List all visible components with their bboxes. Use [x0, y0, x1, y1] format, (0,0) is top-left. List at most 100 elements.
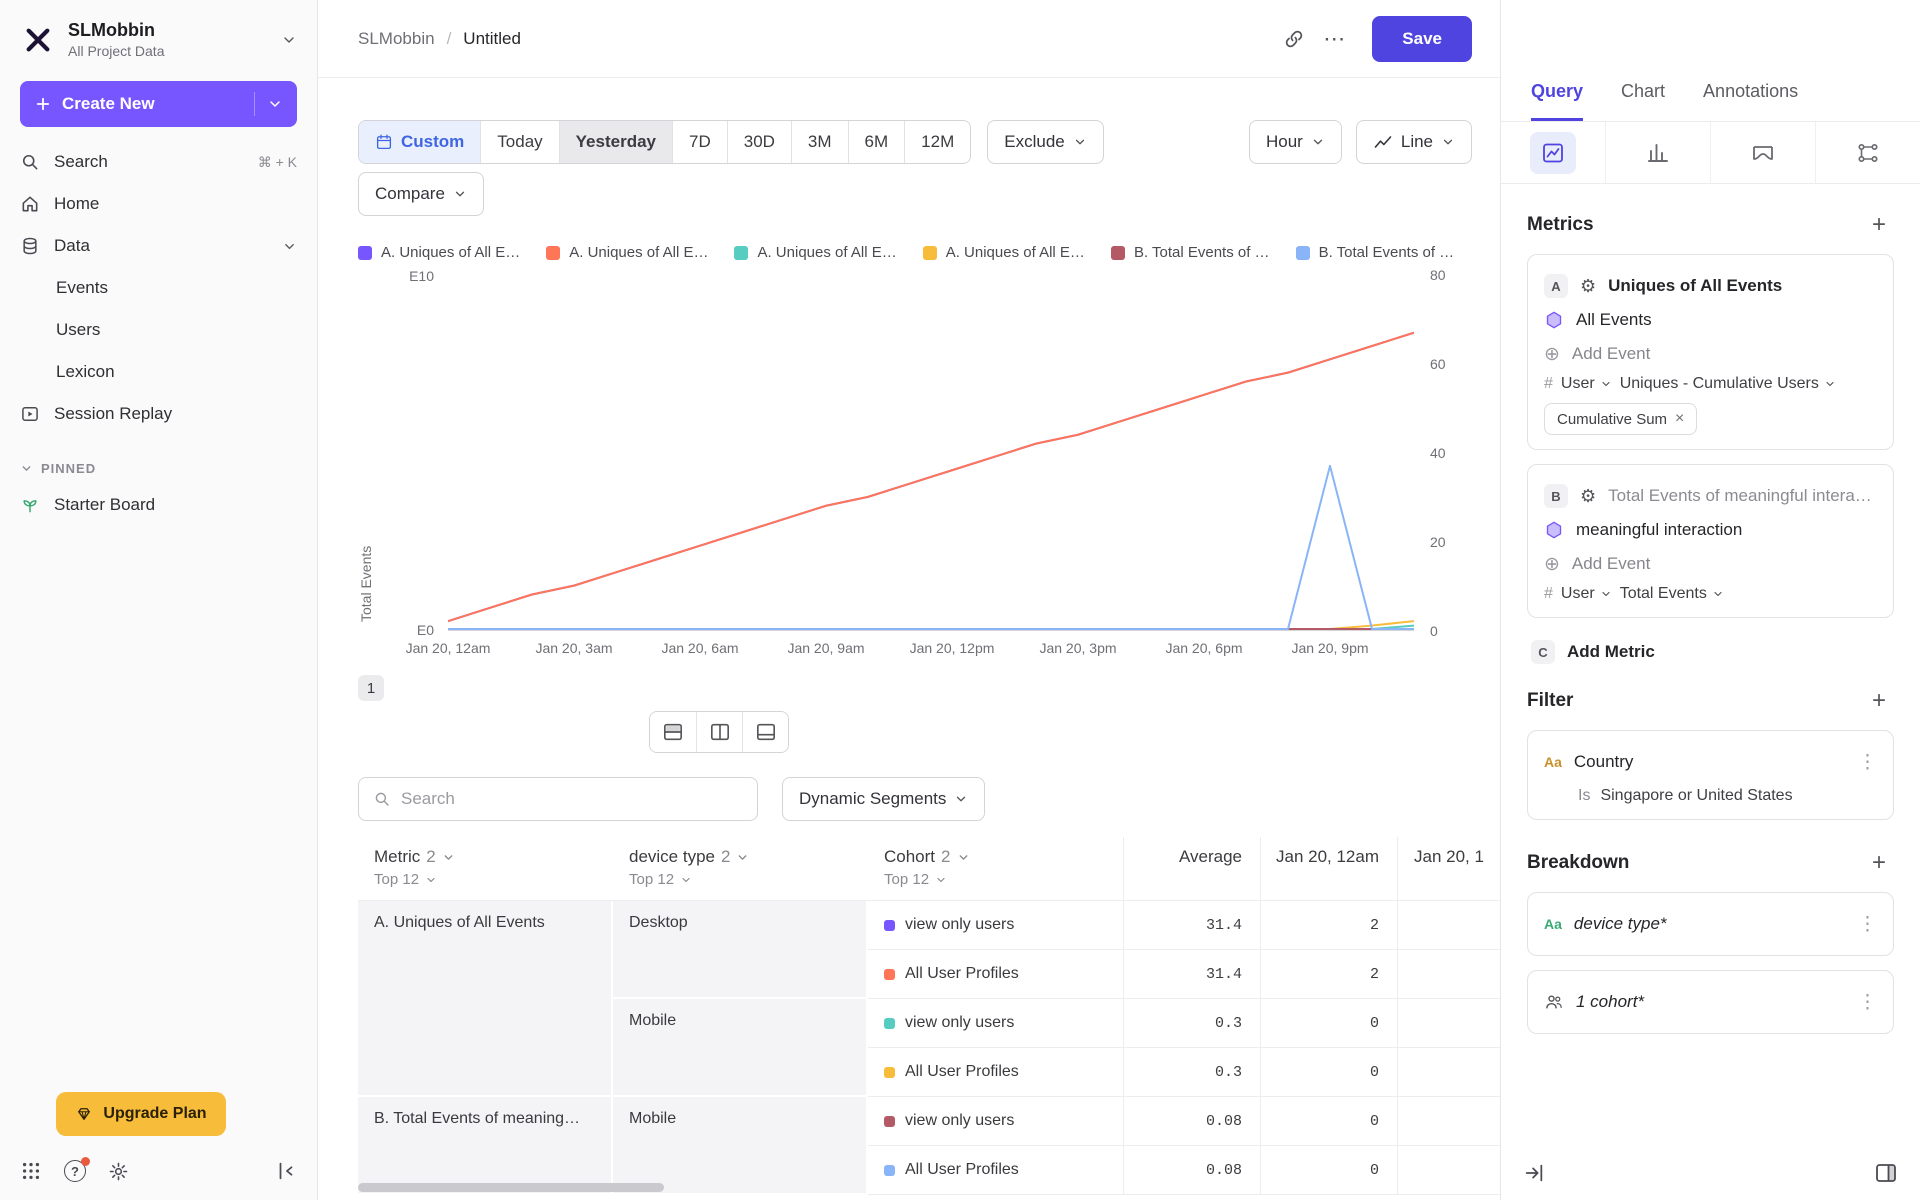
- exclude-dropdown[interactable]: Exclude: [987, 120, 1104, 164]
- column-header-jan20-12am[interactable]: Jan 20, 12am: [1260, 837, 1397, 871]
- event-name[interactable]: All Events: [1576, 310, 1652, 330]
- add-filter-plus-button[interactable]: +: [1864, 686, 1894, 716]
- horizontal-scrollbar[interactable]: [358, 1183, 664, 1192]
- legend-item[interactable]: B. Total Events of …: [1110, 244, 1270, 261]
- add-event-button[interactable]: Add Event: [1572, 554, 1650, 574]
- apps-grid-icon[interactable]: [20, 1160, 42, 1182]
- table-row-cohort[interactable]: view only users: [868, 1097, 1123, 1146]
- sidebar-item-home[interactable]: Home: [0, 183, 317, 225]
- collapse-sidebar-icon[interactable]: [275, 1160, 297, 1182]
- layout-split-vertical-button[interactable]: [696, 712, 742, 752]
- breakdown-property-name[interactable]: 1 cohort*: [1576, 992, 1644, 1012]
- collapse-panel-icon[interactable]: [1523, 1162, 1545, 1184]
- table-row-cohort[interactable]: All User Profiles: [868, 950, 1123, 999]
- column-header-cohort[interactable]: Cohort 2: [868, 837, 1123, 871]
- device-group-cell[interactable]: Mobile: [613, 1097, 868, 1195]
- breadcrumb-project[interactable]: SLMobbin: [358, 29, 435, 49]
- filter-card-country[interactable]: Aa Country ⋮ Is Singapore or United Stat…: [1527, 730, 1894, 820]
- retention-chart-type-button[interactable]: [1710, 122, 1815, 183]
- range-12m[interactable]: 12M: [904, 121, 971, 163]
- layout-bottom-panel-button[interactable]: [742, 712, 788, 752]
- sidebar-item-data[interactable]: Data: [0, 225, 317, 267]
- tab-query[interactable]: Query: [1531, 81, 1584, 121]
- top-filter-cohort[interactable]: Top 12: [868, 871, 1123, 900]
- layout-split-horizontal-button[interactable]: [650, 712, 696, 752]
- metric-settings-gear-icon[interactable]: ⚙: [1580, 486, 1596, 507]
- workspace-switcher[interactable]: SLMobbin All Project Data: [0, 0, 317, 73]
- range-custom[interactable]: Custom: [359, 121, 481, 163]
- event-name[interactable]: meaningful interaction: [1576, 520, 1742, 540]
- column-header-next[interactable]: Jan 20, 1: [1397, 837, 1500, 871]
- range-6m[interactable]: 6M: [847, 121, 905, 163]
- table-search[interactable]: [358, 777, 758, 821]
- legend-item[interactable]: A. Uniques of All E…: [734, 244, 897, 261]
- top-filter-device[interactable]: Top 12: [613, 871, 868, 900]
- settings-gear-icon[interactable]: [108, 1161, 129, 1182]
- sidebar-item-users[interactable]: Users: [0, 309, 317, 351]
- compare-dropdown[interactable]: Compare: [358, 172, 484, 216]
- column-header-device-type[interactable]: device type 2: [613, 837, 868, 871]
- table-row-cohort[interactable]: All User Profiles: [868, 1146, 1123, 1195]
- panel-layout-icon[interactable]: [1874, 1161, 1898, 1185]
- tab-annotations[interactable]: Annotations: [1703, 81, 1798, 121]
- column-header-average[interactable]: Average: [1123, 837, 1260, 871]
- breakdown-card-device-type[interactable]: Aa device type* ⋮: [1527, 892, 1894, 956]
- flows-chart-type-button[interactable]: [1815, 122, 1920, 183]
- pinned-section-header[interactable]: PINNED: [0, 435, 317, 484]
- range-7d[interactable]: 7D: [672, 121, 727, 163]
- range-yesterday[interactable]: Yesterday: [558, 121, 672, 163]
- metric-group-cell[interactable]: B. Total Events of meaning…: [358, 1097, 613, 1195]
- save-button[interactable]: Save: [1372, 15, 1472, 62]
- aggregation-entity-dropdown[interactable]: User: [1561, 375, 1612, 393]
- breadcrumb-page-title[interactable]: Untitled: [463, 29, 521, 49]
- kebab-menu-icon[interactable]: ⋮: [1858, 913, 1877, 936]
- legend-item[interactable]: A. Uniques of All E…: [546, 244, 708, 261]
- range-3m[interactable]: 3M: [790, 121, 848, 163]
- chart-page-indicator[interactable]: 1: [358, 675, 384, 701]
- chevron-down-icon[interactable]: [267, 96, 283, 112]
- metric-card-a[interactable]: A ⚙ Uniques of All Events All Events ⊕ A…: [1527, 254, 1894, 450]
- line-chart[interactable]: E10 Total Events E0 Jan 20, 12am Jan 20, …: [358, 267, 1500, 656]
- column-header-metric[interactable]: Metric 2: [358, 837, 613, 871]
- metric-card-b[interactable]: B ⚙ Total Events of meaningful interact……: [1527, 464, 1894, 618]
- add-metric-row[interactable]: C Add Metric: [1527, 632, 1894, 686]
- add-event-button[interactable]: Add Event: [1572, 344, 1650, 364]
- sidebar-item-events[interactable]: Events: [0, 267, 317, 309]
- top-filter-metric[interactable]: Top 12: [358, 871, 613, 900]
- aggregation-type-dropdown[interactable]: Uniques - Cumulative Users: [1620, 375, 1836, 393]
- aggregation-type-dropdown[interactable]: Total Events: [1620, 585, 1724, 603]
- granularity-dropdown[interactable]: Hour: [1249, 120, 1342, 164]
- sidebar-item-session-replay[interactable]: Session Replay: [0, 393, 317, 435]
- filter-property-name[interactable]: Country: [1574, 752, 1634, 772]
- range-today[interactable]: Today: [480, 121, 559, 163]
- breakdown-property-name[interactable]: device type*: [1574, 914, 1667, 934]
- upgrade-plan-button[interactable]: Upgrade Plan: [56, 1092, 226, 1136]
- remove-chip-icon[interactable]: ×: [1675, 410, 1684, 428]
- table-row-cohort[interactable]: view only users: [868, 999, 1123, 1048]
- cumulative-sum-chip[interactable]: Cumulative Sum ×: [1544, 403, 1698, 435]
- aggregation-entity-dropdown[interactable]: User: [1561, 585, 1612, 603]
- dynamic-segments-dropdown[interactable]: Dynamic Segments: [782, 777, 986, 821]
- metric-settings-gear-icon[interactable]: ⚙: [1580, 276, 1596, 297]
- range-30d[interactable]: 30D: [726, 121, 791, 163]
- sidebar-item-starter-board[interactable]: Starter Board: [0, 484, 317, 526]
- bar-chart-type-button[interactable]: [1605, 122, 1710, 183]
- chart-type-dropdown[interactable]: Line: [1355, 120, 1472, 164]
- add-metric-plus-button[interactable]: +: [1864, 210, 1894, 240]
- filter-value[interactable]: Singapore or United States: [1600, 787, 1792, 805]
- insights-chart-type-button[interactable]: [1501, 122, 1605, 183]
- more-options-button[interactable]: ⋯: [1314, 19, 1354, 59]
- filter-operator-dropdown[interactable]: Is: [1578, 787, 1590, 805]
- legend-item[interactable]: B. Total Events of …: [1295, 244, 1454, 261]
- table-row-cohort[interactable]: view only users: [868, 901, 1123, 950]
- legend-item[interactable]: A. Uniques of All E…: [358, 244, 520, 261]
- device-group-cell[interactable]: Desktop: [613, 901, 868, 999]
- tab-chart[interactable]: Chart: [1621, 81, 1665, 121]
- add-breakdown-plus-button[interactable]: +: [1864, 848, 1894, 878]
- kebab-menu-icon[interactable]: ⋮: [1858, 751, 1877, 774]
- metric-title[interactable]: Total Events of meaningful interact…: [1608, 486, 1877, 506]
- metric-group-cell[interactable]: A. Uniques of All Events: [358, 901, 613, 1097]
- chart-plot-area[interactable]: Jan 20, 12am Jan 20, 3am Jan 20, 6am Jan 20…: [406, 275, 1414, 656]
- create-new-button[interactable]: Create New: [20, 81, 297, 127]
- kebab-menu-icon[interactable]: ⋮: [1858, 991, 1877, 1014]
